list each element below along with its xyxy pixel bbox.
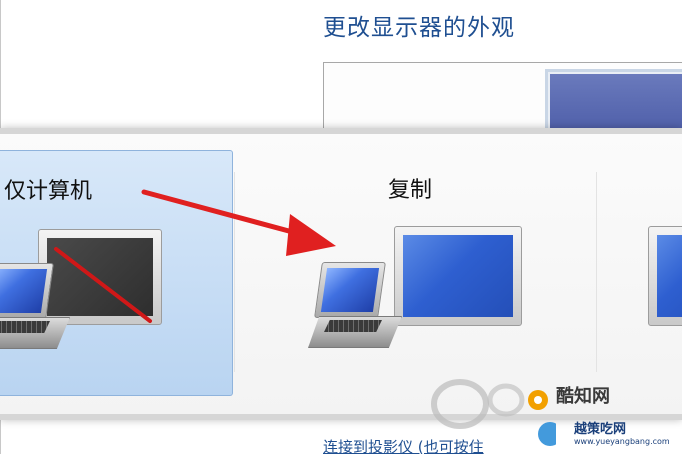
monitor-icon <box>394 226 522 326</box>
watermark-logo-icon <box>431 379 556 446</box>
option-divider <box>596 172 597 372</box>
watermark-url: www.yueyangbang.com <box>574 437 670 446</box>
monitor-icon <box>648 226 682 326</box>
option-computer-only-label: 仅计算机 <box>4 179 93 204</box>
laptop-icon <box>308 262 402 348</box>
option-extend[interactable] <box>598 150 682 394</box>
watermark-brand: 越策吃网 <box>574 422 627 437</box>
watermark: 酷知网 越策吃网 www.yueyangbang.com <box>426 360 682 454</box>
laptop-icon <box>0 263 70 349</box>
option-duplicate-label: 复制 <box>388 178 433 203</box>
watermark-title: 酷知网 <box>556 386 610 407</box>
page-title: 更改显示器的外观 <box>323 15 515 41</box>
red-arrow-icon <box>141 189 336 256</box>
